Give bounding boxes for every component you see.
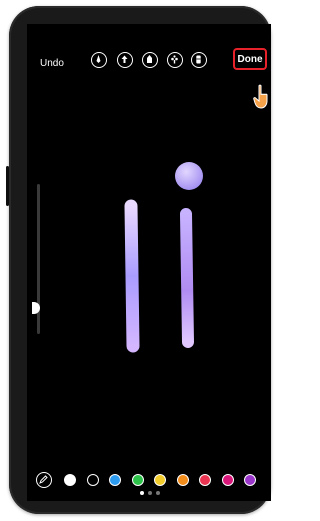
- color-swatch[interactable]: [131, 474, 144, 486]
- color-swatch[interactable]: [199, 474, 211, 486]
- color-palette: [27, 470, 271, 490]
- color-swatch[interactable]: [64, 474, 76, 486]
- drawing-screen: Undo Done: [27, 24, 271, 501]
- neon-tool-icon[interactable]: [167, 52, 183, 68]
- undo-button[interactable]: Undo: [40, 58, 64, 69]
- page-dot: [148, 491, 152, 495]
- pen-icon[interactable]: [36, 472, 52, 488]
- phone-frame: Undo Done: [6, 6, 271, 514]
- i-stem-stroke: [180, 208, 194, 348]
- eraser-tool-icon[interactable]: [191, 52, 207, 68]
- i-dot-stroke: [175, 162, 203, 190]
- done-button[interactable]: Done: [233, 48, 267, 70]
- page-dots: [27, 491, 271, 499]
- page-dot: [156, 491, 160, 495]
- marker-tool-icon[interactable]: [142, 52, 158, 68]
- h-right-stroke: [124, 199, 140, 353]
- color-swatch[interactable]: [86, 474, 99, 486]
- pointer-hand-icon: [253, 84, 268, 109]
- color-swatch[interactable]: [176, 474, 189, 486]
- page-dot: [140, 491, 144, 495]
- color-swatch[interactable]: [109, 474, 121, 486]
- color-swatch[interactable]: [244, 474, 256, 486]
- arrow-tool-icon[interactable]: [117, 52, 133, 68]
- pen-tool-icon[interactable]: [91, 52, 107, 68]
- color-swatch[interactable]: [154, 474, 166, 486]
- top-toolbar: Undo Done: [27, 48, 271, 82]
- color-swatch[interactable]: [221, 474, 234, 486]
- hi-drawing: [63, 162, 203, 353]
- volume-button: [6, 166, 9, 206]
